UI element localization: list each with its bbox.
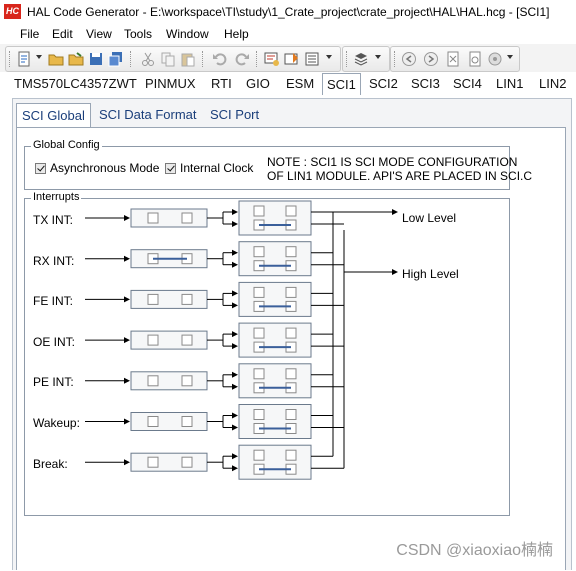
int-label-fe: FE INT: [33,294,74,308]
int-label-pe: PE INT: [33,375,74,389]
toolbar [0,44,576,73]
tab-lin1[interactable]: LIN1 [496,76,523,91]
export-icon[interactable] [445,51,461,67]
int-label-wakeup: Wakeup: [33,416,80,430]
menu-edit[interactable]: Edit [52,27,73,41]
toolbar-grip[interactable] [346,51,350,67]
toolbar-group-main [5,46,341,72]
copy-icon[interactable] [160,51,176,67]
new-file-icon[interactable] [16,51,32,67]
tab-lin2[interactable]: LIN2 [539,76,566,91]
interrupts-group: Interrupts [24,191,510,516]
tab-sci-data-format[interactable]: SCI Data Format [99,107,197,122]
toolbar-group-layers [342,46,390,72]
toolbar-grip[interactable] [394,51,398,67]
toolbar-grip[interactable] [9,51,13,67]
title-bar: HC HAL Code Generator - E:\workspace\TI\… [0,0,576,24]
chevron-down-icon[interactable] [507,55,513,59]
import-icon[interactable] [284,51,300,67]
tab-esm[interactable]: ESM [286,76,314,91]
paste-icon[interactable] [180,51,196,67]
save-icon[interactable] [68,51,84,67]
tab-tms570lc4357zwt[interactable]: TMS570LC4357ZWT [14,76,137,91]
global-config-group: Global Config Asynchronous Mode Internal… [24,139,532,190]
note-line-1: NOTE : SCI1 IS SCI MODE CONFIGURATION [267,155,518,169]
toolbar-group-nav [390,46,520,72]
int-label-oe: OE INT: [33,335,76,349]
list-icon[interactable] [304,51,320,67]
sci-sub-tab-bar: SCI Global SCI Data Format SCI Port [14,102,570,128]
global-config-title: Global Config [31,139,102,151]
menu-bar: File Edit View Tools Window Help [0,24,576,44]
tab-rti[interactable]: RTI [211,76,232,91]
tab-gio[interactable]: GIO [246,76,270,91]
int-label-break: Break: [33,457,68,471]
nav-forward-icon[interactable] [423,51,439,67]
menu-help[interactable]: Help [224,27,249,41]
note-line-2: OF LIN1 MODULE. API'S ARE PLACED IN SCI.… [267,169,533,183]
async-mode-checkbox[interactable] [35,163,46,174]
high-level-label: High Level [402,267,459,281]
save-all-icon[interactable] [88,51,104,67]
menu-file[interactable]: File [20,27,39,41]
cut-icon[interactable] [140,51,156,67]
chevron-down-icon[interactable] [375,55,381,59]
interrupts-title: Interrupts [31,191,82,203]
save-all-icon[interactable] [108,51,124,67]
generate-icon[interactable] [264,51,280,67]
low-level-label: Low Level [402,211,457,225]
toolbar-separator [256,51,260,67]
module-tab-bar: TMS570LC4357ZWT PINMUX RTI GIO ESM SCI1 … [0,72,576,98]
toolbar-separator [130,51,134,67]
undo-icon[interactable] [212,51,228,67]
tab-sci4[interactable]: SCI4 [453,76,482,91]
int-label-tx: TX INT: [33,213,74,227]
menu-tools[interactable]: Tools [124,27,152,41]
chevron-down-icon[interactable] [326,55,332,59]
async-mode-label: Asynchronous Mode [50,161,160,175]
redo-icon[interactable] [234,51,250,67]
internal-clock-label: Internal Clock [180,161,254,175]
toolbar-separator [202,51,206,67]
tab-sci-global[interactable]: SCI Global [16,103,91,128]
settings-icon[interactable] [487,51,503,67]
tab-sci-port[interactable]: SCI Port [210,107,259,122]
chevron-down-icon[interactable] [36,55,42,59]
tab-pinmux[interactable]: PINMUX [145,76,196,91]
tab-sci1[interactable]: SCI1 [322,73,361,95]
watermark: CSDN @xiaoxiao楠楠 [396,542,553,559]
menu-view[interactable]: View [86,27,112,41]
sci-global-page: Global Config Asynchronous Mode Internal… [16,127,566,570]
internal-clock-checkbox[interactable] [165,163,176,174]
nav-back-icon[interactable] [401,51,417,67]
int-label-rx: RX INT: [33,254,75,268]
settings-icon[interactable] [467,51,483,67]
open-icon[interactable] [48,51,64,67]
menu-window[interactable]: Window [166,27,209,41]
tab-sci2[interactable]: SCI2 [369,76,398,91]
layers-icon[interactable] [353,51,369,67]
tab-sci3[interactable]: SCI3 [411,76,440,91]
window-title: HAL Code Generator - E:\workspace\TI\stu… [27,5,550,19]
app-logo-icon: HC [4,4,21,19]
